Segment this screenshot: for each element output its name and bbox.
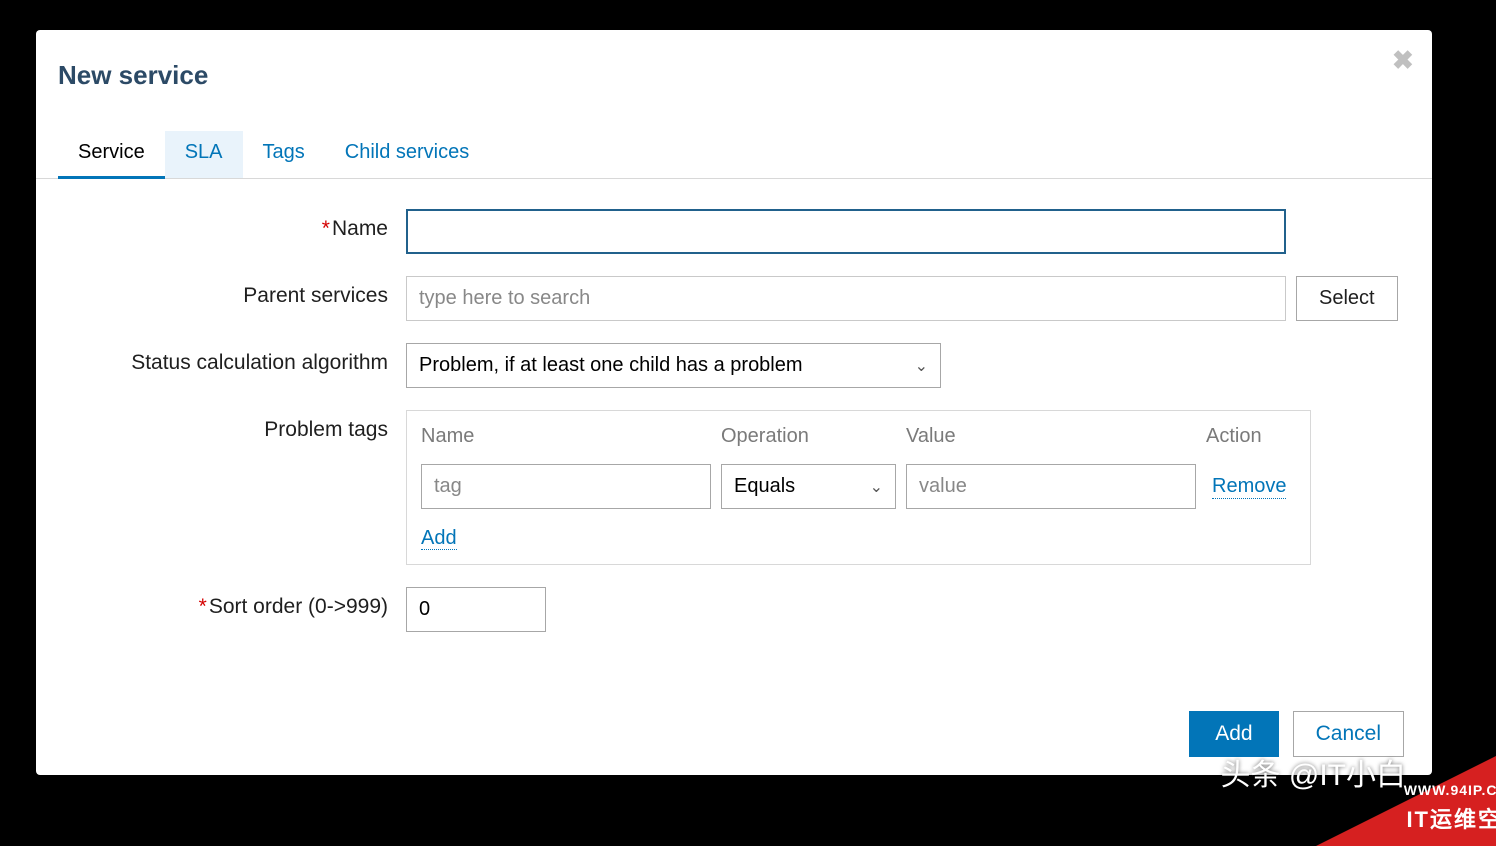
form: *Name Parent services Select Status calc… bbox=[36, 179, 1432, 684]
problem-tags-header: Name Operation Value Action bbox=[421, 425, 1296, 448]
th-operation: Operation bbox=[721, 425, 906, 448]
problem-tag-row: Equals ⌄ Remove bbox=[421, 464, 1296, 509]
tabs: Service SLA Tags Child services bbox=[36, 131, 1432, 179]
label-sort-order: *Sort order (0->999) bbox=[56, 587, 406, 619]
row-algorithm: Status calculation algorithm Problem, if… bbox=[56, 343, 1412, 388]
row-problem-tags: Problem tags Name Operation Value Action… bbox=[56, 410, 1412, 565]
label-algorithm: Status calculation algorithm bbox=[56, 343, 406, 375]
required-marker: * bbox=[322, 217, 330, 240]
watermark-line2: IT运维空间 bbox=[1406, 802, 1496, 834]
name-input[interactable] bbox=[406, 209, 1286, 254]
tab-child-services[interactable]: Child services bbox=[325, 131, 489, 178]
label-problem-tags: Problem tags bbox=[56, 410, 406, 442]
th-action: Action bbox=[1206, 425, 1296, 448]
tag-operation-dropdown[interactable]: Equals ⌄ bbox=[721, 464, 896, 509]
new-service-modal: ✖ New service Service SLA Tags Child ser… bbox=[36, 30, 1432, 775]
label-parent-services: Parent services bbox=[56, 276, 406, 308]
th-value: Value bbox=[906, 425, 1206, 448]
select-button[interactable]: Select bbox=[1296, 276, 1398, 321]
chevron-down-icon: ⌄ bbox=[870, 477, 883, 497]
tab-tags[interactable]: Tags bbox=[243, 131, 325, 178]
row-name: *Name bbox=[56, 209, 1412, 254]
sort-order-input[interactable] bbox=[406, 587, 546, 632]
row-sort-order: *Sort order (0->999) bbox=[56, 587, 1412, 632]
cancel-button[interactable]: Cancel bbox=[1293, 711, 1404, 757]
modal-footer: Add Cancel bbox=[1189, 711, 1404, 757]
th-name: Name bbox=[421, 425, 721, 448]
label-name: *Name bbox=[56, 209, 406, 241]
tag-value-input[interactable] bbox=[906, 464, 1196, 509]
tab-service[interactable]: Service bbox=[58, 131, 165, 179]
remove-tag-link[interactable]: Remove bbox=[1212, 475, 1286, 499]
problem-tags-box: Name Operation Value Action Equals ⌄ Rem… bbox=[406, 410, 1311, 565]
tab-sla[interactable]: SLA bbox=[165, 131, 243, 178]
watermark-line1: WWW.94IP.COM bbox=[1404, 782, 1496, 798]
algorithm-value: Problem, if at least one child has a pro… bbox=[419, 354, 803, 377]
modal-title: New service bbox=[36, 30, 1432, 91]
add-tag-link[interactable]: Add bbox=[421, 527, 457, 550]
chevron-down-icon: ⌄ bbox=[915, 356, 928, 376]
algorithm-dropdown[interactable]: Problem, if at least one child has a pro… bbox=[406, 343, 941, 388]
close-icon[interactable]: ✖ bbox=[1392, 50, 1412, 70]
add-button[interactable]: Add bbox=[1189, 711, 1278, 757]
required-marker: * bbox=[199, 595, 207, 618]
operation-value: Equals bbox=[734, 475, 795, 498]
tag-name-input[interactable] bbox=[421, 464, 711, 509]
parent-services-input[interactable] bbox=[406, 276, 1286, 321]
row-parent-services: Parent services Select bbox=[56, 276, 1412, 321]
